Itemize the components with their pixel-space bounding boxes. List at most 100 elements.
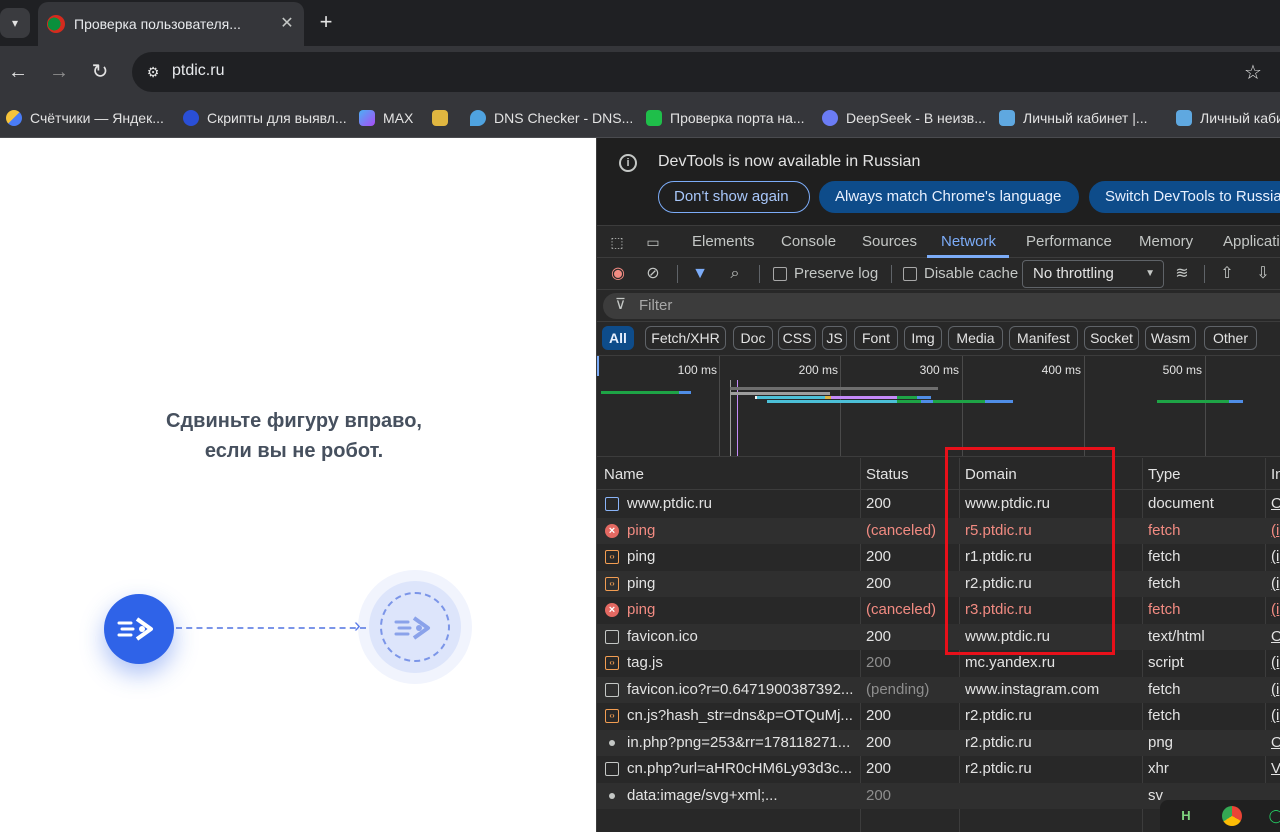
tab-performance[interactable]: Performance <box>1026 233 1112 250</box>
type-filter-other[interactable]: Other <box>1204 326 1257 350</box>
bookmark-item[interactable]: DeepSeek - В неизв... <box>822 106 986 130</box>
dns-checker-icon <box>470 110 486 126</box>
request-row[interactable]: www.ptdic.ru 200 www.ptdic.ru document O <box>597 491 1280 518</box>
toolbar-divider <box>759 265 760 283</box>
disable-cache-checkbox[interactable] <box>903 267 917 281</box>
network-overview-timeline[interactable]: 100 ms 200 ms 300 ms 400 ms 500 ms <box>597 355 1280 457</box>
column-header-domain[interactable]: Domain <box>965 466 1017 483</box>
address-bar[interactable]: ⚙ ptdic.ru ☆ <box>132 52 1280 92</box>
type-filter-manifest[interactable]: Manifest <box>1009 326 1078 350</box>
type-filter-wasm[interactable]: Wasm <box>1145 326 1196 350</box>
tab-elements[interactable]: Elements <box>692 233 755 250</box>
request-initiator[interactable]: (i <box>1271 522 1280 539</box>
whatsapp-icon[interactable]: ◯ <box>1266 806 1280 826</box>
network-wifi-icon[interactable]: H <box>1176 806 1196 826</box>
request-row[interactable]: favicon.ico 200 www.ptdic.ru text/html O <box>597 623 1280 650</box>
chrome-taskbar-icon[interactable] <box>1222 806 1242 826</box>
request-initiator[interactable]: (i <box>1271 548 1280 565</box>
request-row[interactable]: cn.php?url=aHR0cHM6Ly93d3c... 200 r2.ptdic… <box>597 756 1280 783</box>
filter-input[interactable]: ⊽ Filter <box>603 293 1280 319</box>
column-header-type[interactable]: Type <box>1148 466 1181 483</box>
dont-show-again-button[interactable]: Don't show again <box>658 181 810 213</box>
slider-handle[interactable] <box>104 594 174 664</box>
type-filter-all[interactable]: All <box>602 326 634 350</box>
import-har-upload-icon[interactable]: ⇧ <box>1215 262 1239 286</box>
request-initiator[interactable]: (i <box>1271 707 1280 724</box>
reload-icon[interactable]: ↻ <box>86 58 114 86</box>
throttling-select[interactable]: No throttling ▼ <box>1022 260 1164 288</box>
request-type: script <box>1148 654 1184 671</box>
network-conditions-wifi-icon[interactable]: ≋ <box>1170 262 1194 286</box>
search-icon[interactable]: ⌕ <box>723 262 747 286</box>
preserve-log-checkbox[interactable] <box>773 267 787 281</box>
tab-sources[interactable]: Sources <box>862 233 917 250</box>
request-row[interactable]: × ping (canceled) r3.ptdic.ru fetch (i <box>597 597 1280 624</box>
bookmark-item[interactable]: Скрипты для выявл... <box>183 106 347 130</box>
tab-close-icon[interactable]: ✕ <box>276 13 298 35</box>
bookmark-item[interactable]: Счётчики — Яндек... <box>6 106 164 130</box>
site-info-tune-icon[interactable]: ⚙ <box>142 61 164 83</box>
back-arrow-icon[interactable]: ← <box>4 58 32 86</box>
type-filter-js[interactable]: JS <box>822 326 847 350</box>
export-har-download-icon[interactable]: ⇩ <box>1251 262 1275 286</box>
bookmark-item[interactable]: Личный кабинет |... <box>999 106 1148 130</box>
request-initiator[interactable]: O <box>1271 495 1280 512</box>
request-initiator[interactable]: (i <box>1271 575 1280 592</box>
tab-network[interactable]: Network <box>941 233 996 250</box>
request-row[interactable]: ‹› tag.js 200 mc.yandex.ru script (i <box>597 650 1280 677</box>
request-row[interactable]: in.php?png=253&rr=178118271... 200 r2.ptdi… <box>597 729 1280 756</box>
request-initiator[interactable]: O <box>1271 628 1280 645</box>
clear-icon[interactable]: ⊘ <box>641 262 665 286</box>
type-filter-socket[interactable]: Socket <box>1084 326 1139 350</box>
request-row[interactable]: × ping (canceled) r5.ptdic.ru fetch (i <box>597 517 1280 544</box>
bookmark-label: Проверка порта на... <box>670 110 805 126</box>
type-filter-doc[interactable]: Doc <box>733 326 773 350</box>
bookmark-item[interactable]: Личный каби <box>1176 106 1280 130</box>
tab-console[interactable]: Console <box>781 233 836 250</box>
request-status: 200 <box>866 707 892 724</box>
filter-funnel-icon[interactable]: ▼ <box>688 262 712 286</box>
type-filter-media[interactable]: Media <box>948 326 1003 350</box>
request-initiator[interactable]: V <box>1271 760 1280 777</box>
type-filter-font[interactable]: Font <box>854 326 898 350</box>
column-header-status[interactable]: Status <box>866 466 909 483</box>
request-row[interactable]: favicon.ico?r=0.6471900387392... (pending… <box>597 676 1280 703</box>
type-filter-css[interactable]: CSS <box>778 326 816 350</box>
request-name: cn.js?hash_str=dns&p=OTQuMj... <box>627 707 853 724</box>
bookmark-item[interactable]: MAX <box>359 106 413 130</box>
tab-application[interactable]: Application <box>1223 233 1280 250</box>
device-toolbar-icon[interactable]: ▭ <box>643 232 663 252</box>
url-text[interactable]: ptdic.ru <box>172 62 224 80</box>
request-initiator[interactable]: (i <box>1271 654 1280 671</box>
column-header-initiator[interactable]: In <box>1271 466 1280 483</box>
bookmark-star-icon[interactable]: ☆ <box>1244 60 1262 85</box>
always-match-language-button[interactable]: Always match Chrome's language <box>819 181 1079 213</box>
request-type: fetch <box>1148 521 1181 539</box>
tab-memory[interactable]: Memory <box>1139 233 1193 250</box>
overview-bar <box>767 400 897 403</box>
new-tab-plus-icon[interactable]: + <box>312 8 340 36</box>
request-initiator[interactable]: (i <box>1271 681 1280 698</box>
browser-tab-active[interactable]: Проверка пользователя... ✕ <box>38 2 304 46</box>
type-filter-img[interactable]: Img <box>904 326 942 350</box>
overview-bar <box>921 400 933 403</box>
request-initiator[interactable]: (i <box>1271 601 1280 618</box>
request-row[interactable]: ‹› ping 200 r2.ptdic.ru fetch (i <box>597 570 1280 597</box>
request-status: 200 <box>866 654 892 671</box>
overview-bar <box>730 392 830 395</box>
bookmark-item[interactable]: Проверка порта на... <box>646 106 805 130</box>
type-filter-fetch-xhr[interactable]: Fetch/XHR <box>645 326 726 350</box>
bookmark-item[interactable]: DNS Checker - DNS... <box>470 106 633 130</box>
request-row[interactable]: ‹› cn.js?hash_str=dns&p=OTQuMj... 200 r2.pt… <box>597 703 1280 730</box>
bookmark-item[interactable] <box>432 106 456 130</box>
request-table-header: Name Status Domain Type In <box>597 458 1280 490</box>
forward-arrow-icon[interactable]: → <box>45 58 73 86</box>
switch-to-russian-button[interactable]: Switch DevTools to Russian <box>1089 181 1280 213</box>
column-header-name[interactable]: Name <box>604 466 644 483</box>
request-initiator[interactable]: O <box>1271 734 1280 751</box>
request-row[interactable]: ‹› ping 200 r1.ptdic.ru fetch (i <box>597 544 1280 571</box>
inspect-element-icon[interactable]: ⬚ <box>607 232 627 252</box>
overview-bar <box>1157 400 1229 403</box>
tab-search-chevron-icon[interactable]: ▾ <box>0 8 30 38</box>
record-stop-icon[interactable]: ◉ <box>606 262 630 286</box>
